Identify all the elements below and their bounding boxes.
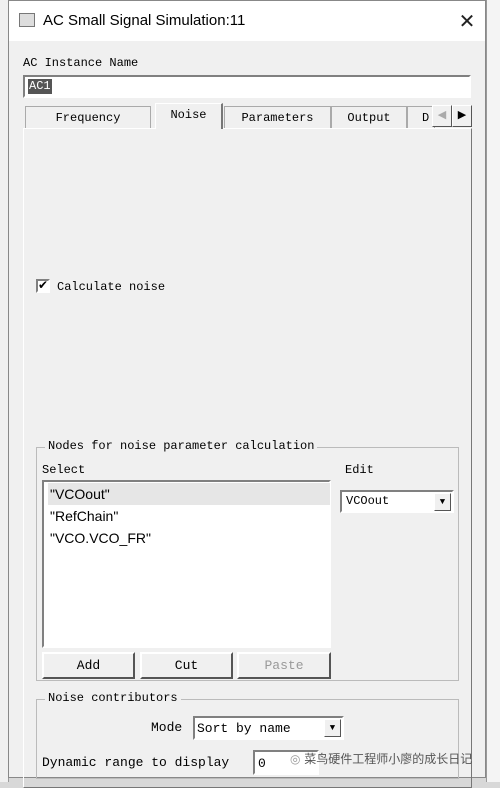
dynamic-range-label: Dynamic range to display <box>42 755 230 770</box>
watermark: ◎ 菜鸟硬件工程师小廖的成长日记 <box>290 750 472 767</box>
dynamic-range-value: 0 <box>258 756 266 771</box>
select-label: Select <box>42 463 86 477</box>
ac-simulation-dialog: AC Small Signal Simulation:11 ✕ AC Insta… <box>8 0 486 788</box>
instance-name-value: AC1 <box>28 79 52 94</box>
tab-parameters[interactable]: Parameters <box>224 106 331 128</box>
watermark-text: 菜鸟硬件工程师小廖的成长日记 <box>304 752 473 766</box>
add-button[interactable]: Add <box>42 652 135 679</box>
noise-contributors-group: Noise contributors Mode Sort by name ▼ D… <box>36 691 459 779</box>
window-title: AC Small Signal Simulation:11 <box>43 12 246 29</box>
list-item[interactable]: "RefChain" <box>48 505 330 527</box>
nodes-list[interactable]: "VCOout" "RefChain" "VCO.VCO_FR" <box>42 480 331 648</box>
calculate-noise-label: Calculate noise <box>57 280 166 294</box>
title-bar[interactable]: AC Small Signal Simulation:11 ✕ <box>9 1 485 41</box>
calculate-noise-checkbox[interactable]: ✔ <box>36 279 50 293</box>
nodes-group: Nodes for noise parameter calculation Se… <box>36 439 459 681</box>
tab-scroll-right-icon[interactable]: ▶ <box>452 105 472 127</box>
tab-scroll-left-icon[interactable]: ◀ <box>432 105 452 127</box>
noise-contributors-title: Noise contributors <box>45 691 181 705</box>
list-item[interactable]: "VCOout" <box>48 483 330 505</box>
tab-noise[interactable]: Noise <box>155 103 223 129</box>
tab-frequency[interactable]: Frequency <box>25 106 151 128</box>
background-window <box>486 0 500 782</box>
edit-label: Edit <box>345 463 374 477</box>
nodes-group-title: Nodes for noise parameter calculation <box>45 439 318 453</box>
chevron-down-icon[interactable]: ▼ <box>434 493 451 511</box>
close-icon[interactable]: ✕ <box>455 9 479 33</box>
mode-dropdown[interactable]: Sort by name ▼ <box>193 716 344 740</box>
edit-node-dropdown[interactable]: VCOout ▼ <box>340 490 454 513</box>
noise-tab-panel: ✔ Calculate noise Nodes for noise parame… <box>23 128 472 788</box>
mode-label: Mode <box>151 720 183 735</box>
app-icon <box>19 13 35 27</box>
mode-value: Sort by name <box>197 721 291 736</box>
tab-output[interactable]: Output <box>331 106 407 128</box>
instance-name-input[interactable]: AC1 <box>23 75 471 98</box>
list-item[interactable]: "VCO.VCO_FR" <box>48 527 330 549</box>
edit-node-value: VCOout <box>346 494 390 508</box>
tab-d[interactable]: D <box>407 106 435 128</box>
cut-button[interactable]: Cut <box>140 652 233 679</box>
chevron-down-icon[interactable]: ▼ <box>324 719 341 737</box>
paste-button[interactable]: Paste <box>237 652 331 679</box>
instance-name-label: AC Instance Name <box>23 56 139 70</box>
wechat-icon: ◎ <box>290 752 305 766</box>
